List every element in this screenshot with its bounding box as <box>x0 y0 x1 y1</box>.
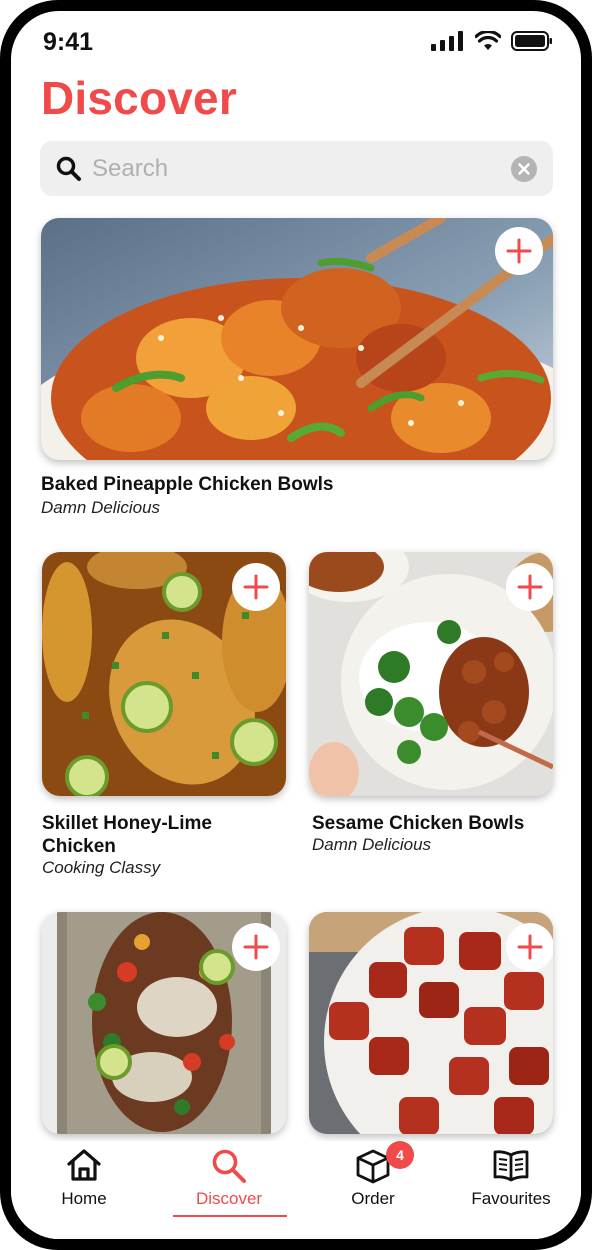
add-button[interactable] <box>506 563 553 611</box>
recipe-image[interactable] <box>42 912 286 1134</box>
recipe-source: Cooking Classy <box>42 858 161 877</box>
search-bar[interactable] <box>40 141 553 196</box>
plus-icon <box>243 934 269 960</box>
recipe-title[interactable]: Sesame Chicken Bowls <box>312 812 552 835</box>
status-icons <box>431 31 553 51</box>
tab-label: Order <box>351 1189 395 1208</box>
book-icon <box>493 1150 529 1182</box>
page-title: Discover <box>41 72 237 124</box>
bottom-tab-bar: Home Discover 4 Order Favourites <box>11 1141 581 1239</box>
recipe-image[interactable] <box>309 552 553 796</box>
recipe-source: Damn Delicious <box>41 498 161 517</box>
tab-label: Home <box>61 1189 107 1208</box>
tab-order[interactable]: 4 Order <box>308 1141 438 1221</box>
plus-icon <box>517 934 543 960</box>
tab-label: Favourites <box>471 1189 551 1208</box>
search-icon <box>56 156 81 181</box>
device-frame: 9:41 Discover Search Baked Pineapple Chi… <box>0 0 592 1250</box>
add-button[interactable] <box>232 923 280 971</box>
plus-icon <box>243 574 269 600</box>
status-time: 9:41 <box>43 28 94 56</box>
recipe-image[interactable] <box>41 218 553 460</box>
food-photo <box>41 218 553 460</box>
tab-favourites[interactable]: Favourites <box>446 1141 576 1221</box>
active-tab-indicator <box>173 1215 287 1217</box>
screen: 9:41 Discover Search Baked Pineapple Chi… <box>11 11 581 1239</box>
add-button[interactable] <box>495 227 543 275</box>
home-icon <box>67 1149 101 1181</box>
signal-icon <box>431 31 463 51</box>
recipe-image[interactable] <box>309 912 553 1134</box>
add-button[interactable] <box>506 923 553 971</box>
clear-search-icon[interactable] <box>511 156 537 182</box>
recipe-title[interactable]: Baked Pineapple Chicken Bowls <box>41 473 541 496</box>
search-icon <box>212 1149 246 1183</box>
wifi-icon <box>475 31 501 50</box>
battery-icon <box>511 31 552 51</box>
tab-label: Discover <box>195 1189 263 1208</box>
search-input[interactable] <box>92 149 492 189</box>
tab-home[interactable]: Home <box>19 1141 149 1221</box>
tab-discover[interactable]: Discover <box>164 1141 294 1221</box>
recipe-source: Damn Delicious <box>312 835 432 854</box>
order-count-badge: 4 <box>386 1141 414 1169</box>
plus-icon <box>506 238 532 264</box>
recipe-image[interactable] <box>42 552 286 796</box>
add-button[interactable] <box>232 563 280 611</box>
recipe-title[interactable]: Skillet Honey-Lime Chicken <box>42 812 282 858</box>
plus-icon <box>517 574 543 600</box>
